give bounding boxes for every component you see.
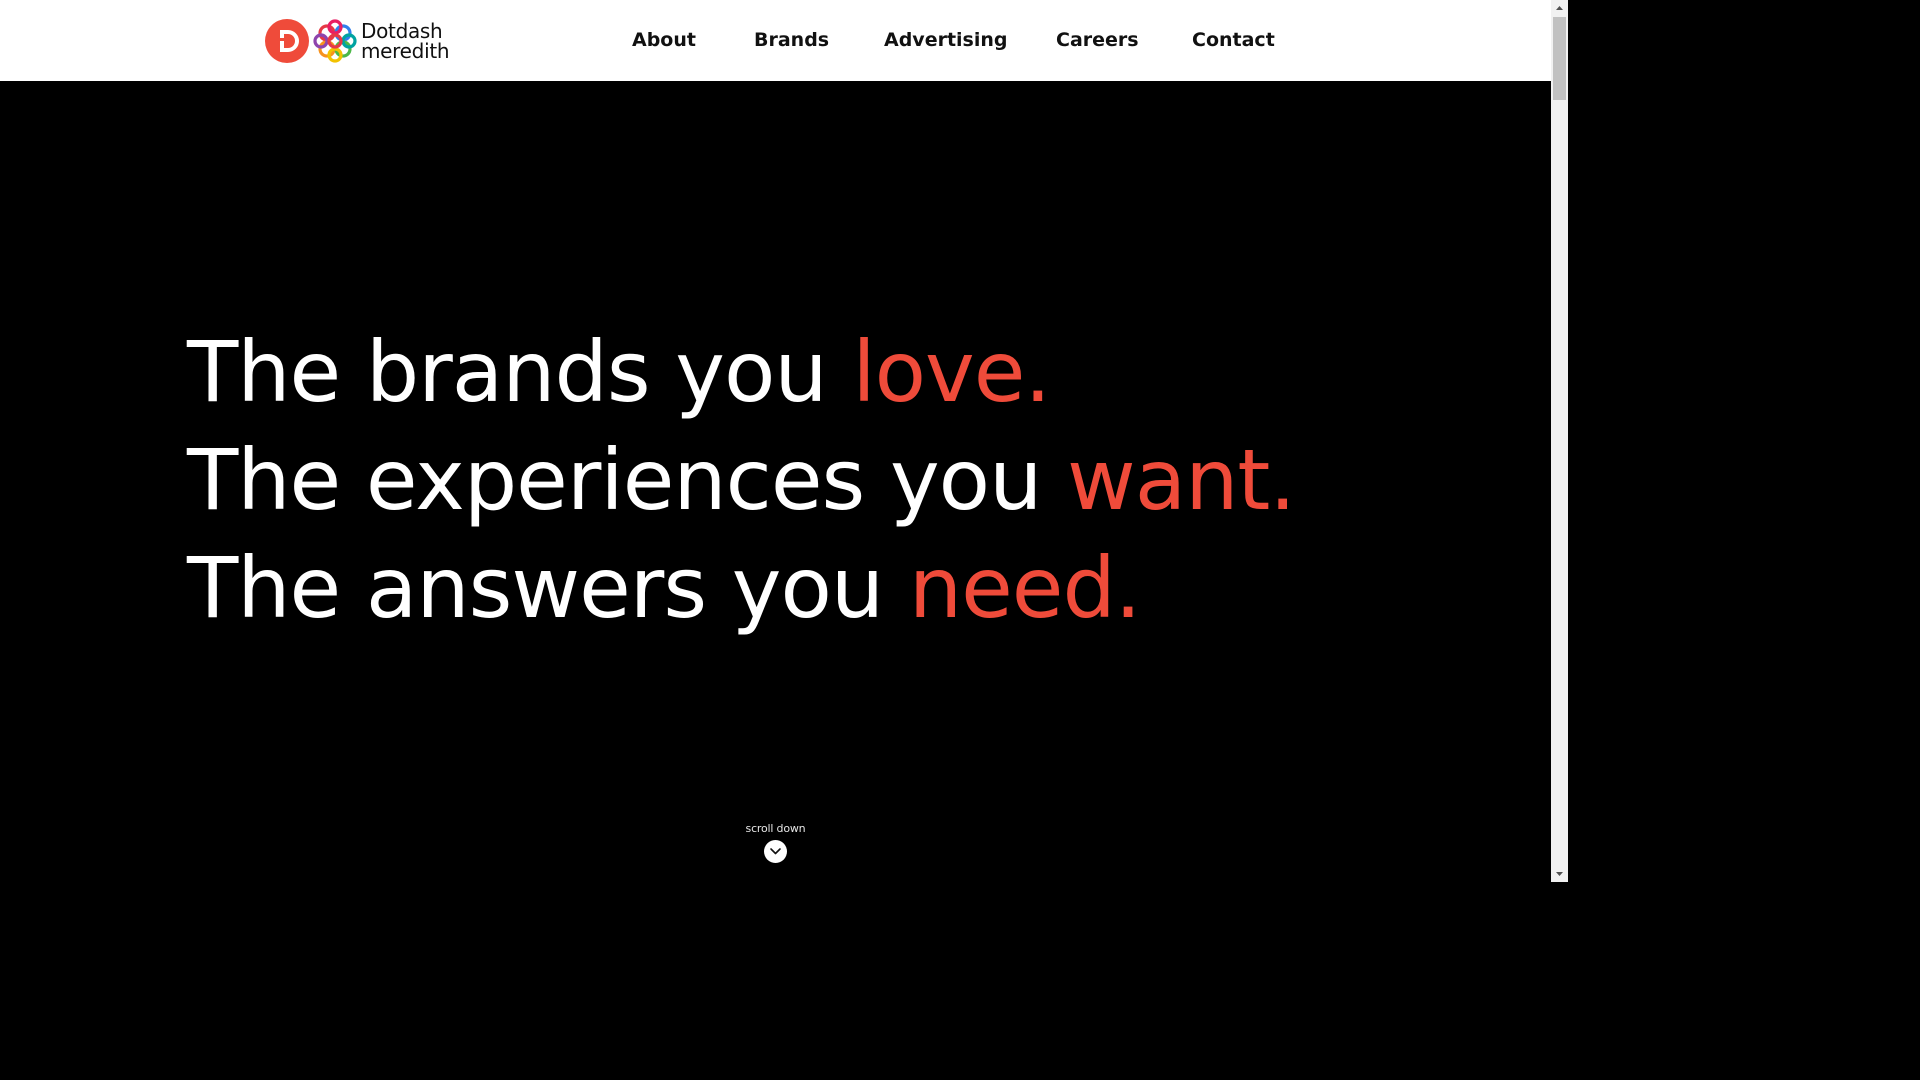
nav-about[interactable]: About <box>632 27 696 53</box>
hero-section: The brands you love. The experiences you… <box>0 81 1551 882</box>
headline-line-3-text: The answers you <box>187 539 909 637</box>
page-scrollbar[interactable] <box>1551 0 1568 882</box>
page: Dotdash meredith About Brands Advertisin… <box>0 0 1568 882</box>
headline-line-2-accent: want. <box>1067 431 1296 529</box>
scroll-down-arrow-icon[interactable] <box>1551 865 1568 882</box>
headline-line-1-accent: love. <box>852 323 1051 421</box>
scroll-down-label: scroll down <box>745 822 806 835</box>
chevron-down-icon <box>770 848 781 855</box>
scrollbar-thumb[interactable] <box>1553 17 1566 100</box>
hero-headline: The brands you love. The experiences you… <box>187 318 1296 642</box>
headline-line-2: The experiences you want. <box>187 426 1296 534</box>
headline-line-3-accent: need. <box>908 539 1142 637</box>
scroll-down-button[interactable] <box>764 840 787 863</box>
scroll-down-indicator: scroll down <box>0 822 1551 867</box>
main-nav: About Brands Advertising Careers Contact <box>0 0 1551 81</box>
headline-line-3: The answers you need. <box>187 534 1295 642</box>
headline-line-1: The brands you love. <box>187 318 1295 426</box>
nav-contact[interactable]: Contact <box>1192 27 1275 53</box>
headline-line-1-text: The brands you <box>187 323 853 421</box>
nav-careers[interactable]: Careers <box>1056 27 1139 53</box>
scroll-up-arrow-icon[interactable] <box>1551 0 1568 17</box>
nav-brands[interactable]: Brands <box>754 27 829 53</box>
headline-line-2-text: The experiences you <box>187 431 1068 529</box>
nav-advertising[interactable]: Advertising <box>884 27 1008 53</box>
site-header: Dotdash meredith About Brands Advertisin… <box>0 0 1551 81</box>
